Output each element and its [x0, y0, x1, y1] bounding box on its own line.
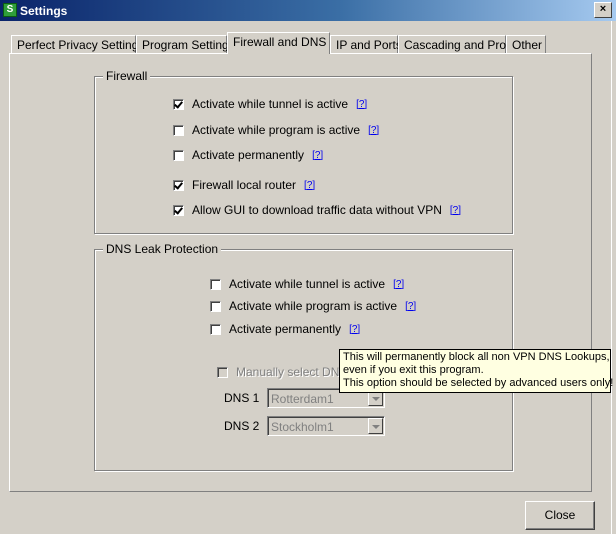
checkbox[interactable]	[210, 278, 221, 290]
option-label: Firewall local router	[192, 178, 297, 192]
title-bar: S Settings ×	[0, 0, 616, 21]
tab-other[interactable]: Other	[506, 35, 546, 53]
help-link[interactable]: [?]	[368, 125, 379, 136]
firewall-option-permanent[interactable]: Activate permanently [?]	[173, 147, 323, 163]
help-link[interactable]: [?]	[312, 150, 323, 161]
tooltip-line: This will permanently block all non VPN …	[343, 351, 610, 363]
checkbox[interactable]	[173, 98, 184, 110]
option-label: Allow GUI to download traffic data witho…	[192, 203, 442, 217]
option-label: Activate permanently	[192, 148, 305, 162]
help-link[interactable]: [?]	[393, 279, 404, 290]
manual-dns-label: Manually select DNS	[236, 365, 348, 379]
option-label: Activate while program is active	[229, 299, 398, 313]
close-button[interactable]: Close	[525, 501, 595, 530]
dns-group-title: DNS Leak Protection	[103, 242, 222, 256]
dns1-value: Rotterdam1	[271, 392, 334, 406]
help-link[interactable]: [?]	[356, 99, 367, 110]
firewall-group-title: Firewall	[103, 69, 151, 83]
dns2-value: Stockholm1	[271, 420, 334, 434]
firewall-option-program[interactable]: Activate while program is active [?]	[173, 122, 379, 138]
firewall-option-tunnel[interactable]: Activate while tunnel is active [?]	[173, 96, 367, 112]
checkbox[interactable]	[173, 149, 184, 161]
checkbox[interactable]	[210, 323, 221, 335]
tab-perfect-privacy-settings[interactable]: Perfect Privacy Settings	[11, 35, 144, 53]
dns-option-program[interactable]: Activate while program is active [?]	[210, 298, 416, 314]
help-link[interactable]: [?]	[405, 301, 416, 312]
firewall-option-local-router[interactable]: Firewall local router [?]	[173, 177, 315, 193]
option-label: Activate while program is active	[192, 123, 361, 137]
dns-option-permanent[interactable]: Activate permanently [?]	[210, 321, 360, 337]
option-label: Activate while tunnel is active	[229, 277, 386, 291]
window-close-button[interactable]: ×	[594, 2, 612, 18]
checkbox[interactable]	[173, 124, 184, 136]
window-edge	[611, 21, 616, 534]
tooltip-line: This option should be selected by advanc…	[343, 377, 614, 389]
checkbox[interactable]	[173, 204, 184, 216]
chevron-down-icon[interactable]	[368, 418, 383, 434]
manual-dns-option[interactable]: Manually select DNS	[217, 364, 347, 380]
checkbox[interactable]	[210, 300, 221, 312]
dns2-label: DNS 2	[224, 419, 260, 433]
tab-program-settings[interactable]: Program Settings	[136, 35, 235, 53]
dns2-select[interactable]: Stockholm1	[267, 416, 385, 436]
help-link[interactable]: [?]	[304, 180, 315, 191]
firewall-option-gui-traffic[interactable]: Allow GUI to download traffic data witho…	[173, 202, 461, 218]
tab-firewall-and-dns[interactable]: Firewall and DNS	[227, 32, 330, 54]
window-title: Settings	[20, 4, 68, 18]
option-label: Activate permanently	[229, 322, 342, 336]
help-link[interactable]: [?]	[349, 324, 360, 335]
checkbox[interactable]	[217, 366, 228, 378]
checkbox[interactable]	[173, 179, 184, 191]
help-link[interactable]: [?]	[450, 205, 461, 216]
app-icon: S	[3, 3, 17, 17]
option-label: Activate while tunnel is active	[192, 97, 349, 111]
tooltip-line: even if you exit this program.	[343, 364, 484, 376]
dns1-label: DNS 1	[224, 391, 260, 405]
dns-option-tunnel[interactable]: Activate while tunnel is active [?]	[210, 276, 404, 292]
tab-cascading-and-proxy[interactable]: Cascading and Proxy	[398, 35, 518, 53]
tab-ip-and-ports[interactable]: IP and Ports	[330, 35, 402, 53]
tooltip: This will permanently block all non VPN …	[339, 349, 614, 393]
